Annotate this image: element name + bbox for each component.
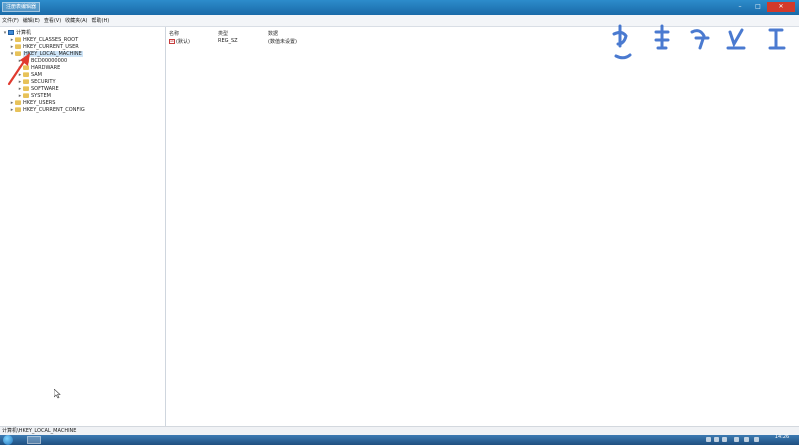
tree-item-label: BCD00000000: [31, 57, 68, 64]
value-type: REG_SZ: [218, 38, 238, 44]
tree-item-label: SYSTEM: [31, 92, 51, 99]
network-icon[interactable]: [734, 437, 739, 442]
minimize-button[interactable]: –: [731, 2, 749, 12]
folder-icon: [23, 79, 29, 84]
tree-item-label: SECURITY: [31, 78, 56, 85]
tree-item-hardware[interactable]: ▸ HARDWARE: [17, 64, 61, 71]
tree-item-label: HKEY_USERS: [23, 99, 56, 106]
tray-icon[interactable]: [714, 437, 719, 442]
folder-icon: [23, 65, 29, 70]
tree-item-label: HKEY_CURRENT_USER: [23, 43, 79, 50]
tree-item-hkey-current-config[interactable]: ▸ HKEY_CURRENT_CONFIG: [9, 106, 85, 113]
folder-icon: [15, 37, 21, 42]
tree-item-bcd00000000[interactable]: ▸ BCD00000000: [17, 57, 67, 64]
tree-item-system[interactable]: ▸ SYSTEM: [17, 92, 51, 99]
window-title: 注册表编辑器: [2, 2, 41, 12]
folder-icon: [15, 107, 21, 112]
tree-item-hkey-local-machine[interactable]: ▾ HKEY_LOCAL_MACHINE: [9, 50, 83, 57]
values-list: 名称 类型 数据 ab (默认) REG_SZ (数值未设置): [166, 27, 799, 426]
taskbar-app-regedit[interactable]: [27, 436, 41, 444]
tree-item-hkey-current-user[interactable]: ▸ HKEY_CURRENT_USER: [9, 43, 79, 50]
folder-icon: [23, 93, 29, 98]
column-header-type[interactable]: 类型: [218, 30, 228, 37]
tree-item-label: SAM: [31, 71, 43, 78]
close-button[interactable]: ✕: [767, 2, 795, 12]
tree-item-computer[interactable]: ▾ 计算机: [2, 29, 32, 37]
taskbar-clock[interactable]: 14:26: [768, 435, 796, 440]
column-header-name[interactable]: 名称: [169, 30, 179, 37]
tree-item-label: HKEY_LOCAL_MACHINE: [23, 50, 83, 57]
tree-item-hkey-classes-root[interactable]: ▸ HKEY_CLASSES_ROOT: [9, 36, 78, 43]
start-button[interactable]: [3, 435, 13, 445]
status-path: 计算机\HKEY_LOCAL_MACHINE: [2, 428, 77, 434]
menu-favorites[interactable]: 收藏夹(A): [65, 17, 91, 24]
value-name-cell[interactable]: ab (默认): [169, 38, 190, 45]
menu-file[interactable]: 文件(F): [2, 17, 23, 24]
menu-help[interactable]: 帮助(H): [92, 17, 114, 24]
folder-icon: [23, 72, 29, 77]
registry-tree: ▾ 计算机 ▸ HKEY_CLASSES_ROOT ▸ HKEY_CURRENT…: [0, 27, 166, 426]
tree-item-label: SOFTWARE: [31, 85, 59, 92]
status-bar: 计算机\HKEY_LOCAL_MACHINE: [0, 426, 799, 435]
tree-item-label: HKEY_CLASSES_ROOT: [23, 36, 79, 43]
menu-edit[interactable]: 编辑(E): [23, 17, 44, 24]
string-value-icon: ab: [169, 39, 175, 44]
tree-item-security[interactable]: ▸ SECURITY: [17, 78, 56, 85]
volume-icon[interactable]: [744, 437, 749, 442]
tree-item-label: 计算机: [16, 30, 32, 36]
tree-item-software[interactable]: ▸ SOFTWARE: [17, 85, 59, 92]
tree-item-hkey-users[interactable]: ▸ HKEY_USERS: [9, 99, 56, 106]
tray-icon[interactable]: [722, 437, 727, 442]
menu-view[interactable]: 查看(V): [44, 17, 65, 24]
mouse-cursor-icon: [54, 389, 61, 399]
folder-icon: [23, 86, 29, 91]
tray-icon[interactable]: [706, 437, 711, 442]
menu-bar: 文件(F) 编辑(E) 查看(V) 收藏夹(A) 帮助(H): [0, 15, 799, 27]
maximize-button[interactable]: □: [749, 2, 767, 12]
taskbar: 14:26: [0, 435, 799, 445]
folder-open-icon: [15, 51, 21, 56]
value-data: (数值未设置): [268, 39, 297, 45]
computer-icon: [8, 30, 14, 35]
value-name: (默认): [176, 39, 190, 45]
folder-icon: [15, 100, 21, 105]
folder-icon: [15, 44, 21, 49]
folder-icon: [23, 58, 29, 63]
column-header-data[interactable]: 数据: [268, 30, 278, 37]
flag-icon[interactable]: [754, 437, 759, 442]
tree-item-label: HKEY_CURRENT_CONFIG: [23, 106, 85, 113]
title-bar: 注册表编辑器 – □ ✕: [0, 0, 799, 15]
registry-editor-window: 注册表编辑器 – □ ✕ 文件(F) 编辑(E) 查看(V) 收藏夹(A) 帮助…: [0, 0, 799, 445]
tree-item-sam[interactable]: ▸ SAM: [17, 71, 42, 78]
tree-item-label: HARDWARE: [31, 64, 61, 71]
